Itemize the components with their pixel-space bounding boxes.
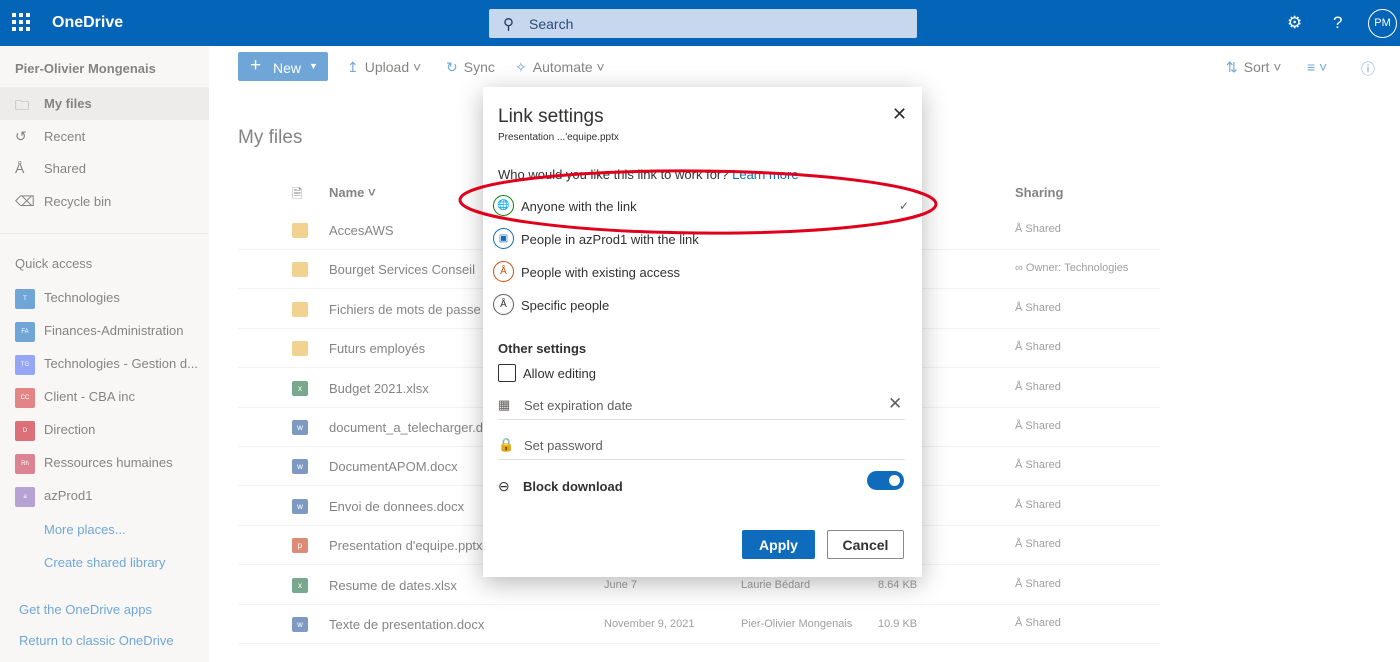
option-specific-people[interactable]: Å Specific people xyxy=(491,290,915,321)
block-download-toggle[interactable] xyxy=(867,471,904,490)
waffle-icon[interactable] xyxy=(12,13,30,31)
lock-icon: 🔒 xyxy=(498,437,515,452)
help-icon[interactable]: ? xyxy=(1333,13,1342,33)
option-existing-access[interactable]: Å People with existing access xyxy=(491,257,915,288)
option-label: Specific people xyxy=(521,298,610,313)
app-name[interactable]: OneDrive xyxy=(52,14,123,32)
password-placeholder: Set password xyxy=(524,438,603,453)
block-download-label: Block download xyxy=(523,479,623,494)
toggle-knob xyxy=(889,475,900,486)
specific-people-icon: Å xyxy=(493,294,514,315)
cancel-button[interactable]: Cancel xyxy=(827,530,904,559)
top-bar: OneDrive ⚲ Search ⚙ ? PM xyxy=(0,0,1400,46)
avatar[interactable]: PM xyxy=(1368,9,1397,38)
link-settings-dialog: Link settings Presentation ...'equipe.pp… xyxy=(483,87,922,577)
allow-editing-label: Allow editing xyxy=(523,366,596,381)
apply-button[interactable]: Apply xyxy=(742,530,815,559)
search-placeholder: Search xyxy=(529,16,574,32)
expiration-date-field[interactable]: ▦ Set expiration date ✕ xyxy=(498,390,905,420)
option-label: People with existing access xyxy=(521,265,680,280)
expiration-placeholder: Set expiration date xyxy=(524,398,633,413)
block-icon: ⊖ xyxy=(498,478,510,494)
calendar-icon: ▦ xyxy=(498,397,511,412)
allow-editing-checkbox[interactable] xyxy=(498,364,516,382)
annotation-ellipse xyxy=(458,169,938,235)
search-box[interactable]: ⚲ Search xyxy=(489,9,917,38)
dialog-title: Link settings xyxy=(498,106,604,127)
gear-icon[interactable]: ⚙ xyxy=(1287,13,1302,33)
dialog-subtitle: Presentation ...'equipe.pptx xyxy=(498,132,619,143)
search-icon: ⚲ xyxy=(503,16,514,33)
other-settings-heading: Other settings xyxy=(498,341,587,356)
password-field[interactable]: 🔒 Set password xyxy=(498,430,905,460)
people-access-icon: Å xyxy=(493,261,514,282)
close-icon[interactable]: ✕ xyxy=(892,104,907,125)
clear-date-icon[interactable]: ✕ xyxy=(888,394,902,414)
